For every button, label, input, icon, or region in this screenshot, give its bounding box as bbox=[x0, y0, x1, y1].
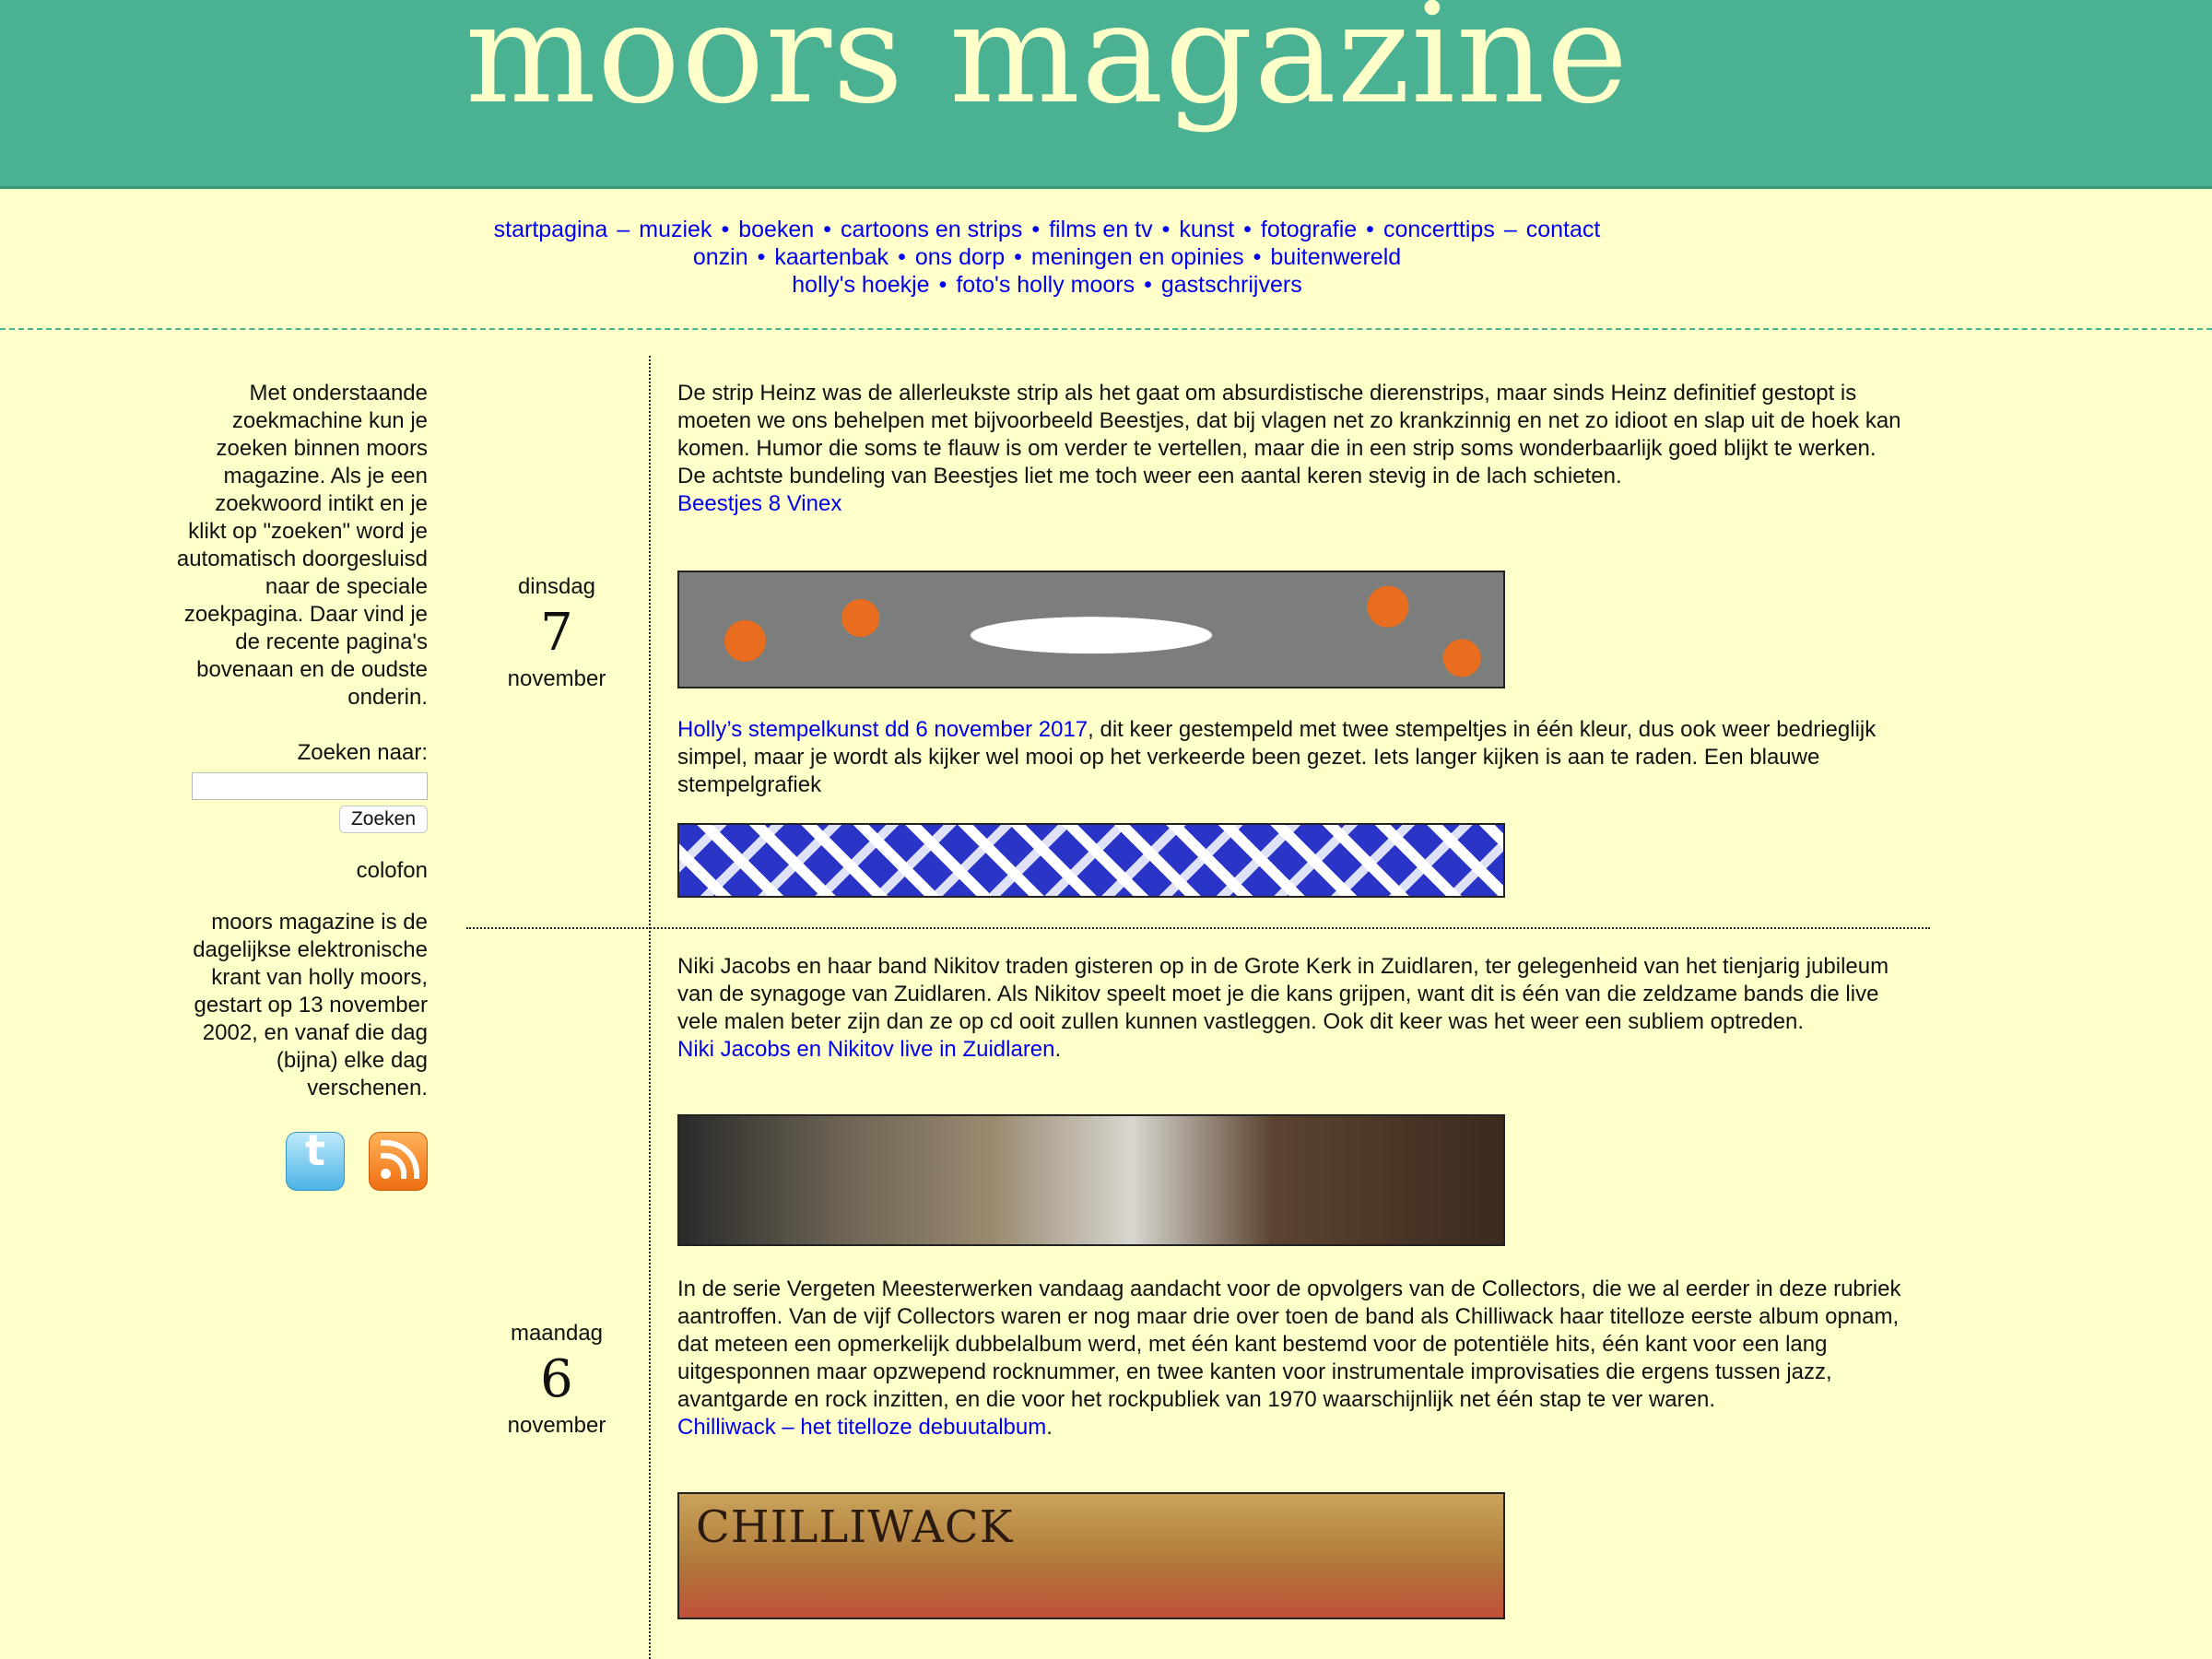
nav-link-ons-dorp[interactable]: ons dorp bbox=[915, 244, 1005, 270]
article-text: Holly’s stempelkunst dd 6 november 2017,… bbox=[677, 716, 1903, 799]
site-header: moors magazine bbox=[0, 0, 2212, 189]
nav-separator: • bbox=[1144, 272, 1152, 298]
nav-link-onzin[interactable]: onzin bbox=[693, 244, 748, 270]
nav-divider bbox=[0, 328, 2212, 330]
article-image-chilliwack[interactable]: CHILLIWACK bbox=[677, 1492, 1505, 1619]
nav-link-kunst[interactable]: kunst bbox=[1179, 217, 1234, 242]
article-text: De strip Heinz was de allerleukste strip… bbox=[677, 381, 1901, 488]
article-image-stempelkunst[interactable] bbox=[677, 823, 1505, 898]
nav-link-boeken[interactable]: boeken bbox=[738, 217, 814, 242]
nav-separator: • bbox=[757, 244, 766, 270]
search-label: Zoeken naar: bbox=[297, 740, 428, 765]
search-button[interactable]: Zoeken bbox=[338, 806, 428, 833]
nav-separator: • bbox=[1014, 244, 1022, 270]
search-intro-text: Met onderstaande zoekmachine kun je zoek… bbox=[176, 381, 428, 710]
about-text: moors magazine is de dagelijkse elektron… bbox=[193, 910, 428, 1100]
nav-link-films-en-tv[interactable]: films en tv bbox=[1049, 217, 1153, 242]
article-text: In de serie Vergeten Meesterwerken vanda… bbox=[677, 1277, 1901, 1412]
article-link[interactable]: Niki Jacobs en Nikitov live in Zuidlaren bbox=[677, 1037, 1055, 1062]
article-link[interactable]: Chilliwack – het titelloze debuutalbum bbox=[677, 1415, 1046, 1440]
date-weekday: dinsdag bbox=[517, 574, 596, 599]
article-link[interactable]: Beestjes 8 Vinex bbox=[677, 491, 841, 516]
nav-separator: – bbox=[617, 217, 630, 242]
nav-link-kaartenbak[interactable]: kaartenbak bbox=[774, 244, 888, 270]
date-day: 7 bbox=[540, 603, 573, 663]
twitter-icon[interactable]: t bbox=[286, 1129, 345, 1191]
nav-separator: – bbox=[1503, 217, 1517, 242]
article: In de serie Vergeten Meesterwerken vanda… bbox=[677, 1276, 1903, 1441]
nav-link-buitenwereld[interactable]: buitenwereld bbox=[1270, 244, 1401, 270]
nav-line-2: onzin • kaartenbak • ons dorp • meningen en op… bbox=[0, 243, 2094, 271]
nav-separator: • bbox=[1253, 244, 1262, 270]
nav-link-holly-s-hoekje[interactable]: holly's hoekje bbox=[792, 272, 929, 298]
nav-separator: • bbox=[1366, 217, 1374, 242]
nav-link-contact[interactable]: contact bbox=[1526, 217, 1601, 242]
album-cover-text: CHILLIWACK bbox=[696, 1501, 1014, 1553]
day-separator bbox=[466, 927, 1930, 929]
article: De strip Heinz was de allerleukste strip… bbox=[677, 380, 1903, 518]
nav-link-gastschrijvers[interactable]: gastschrijvers bbox=[1161, 272, 1302, 298]
article-image-beestjes[interactable] bbox=[677, 571, 1505, 688]
nav-link-cartoons-en-strips[interactable]: cartoons en strips bbox=[841, 217, 1022, 242]
nav-link-meningen-en-opinies[interactable]: meningen en opinies bbox=[1031, 244, 1244, 270]
nav-separator: • bbox=[898, 244, 906, 270]
site-title[interactable]: moors magazine bbox=[0, 0, 2094, 135]
date-block: maandag 6 november bbox=[465, 1320, 649, 1440]
date-day: 6 bbox=[540, 1349, 573, 1409]
article-image-nikitov[interactable] bbox=[677, 1114, 1505, 1246]
colofon-link[interactable]: colofon bbox=[175, 857, 428, 885]
article: Holly’s stempelkunst dd 6 november 2017,… bbox=[677, 716, 1903, 799]
nav-separator: • bbox=[721, 217, 730, 242]
nav-link-fotografie[interactable]: fotografie bbox=[1261, 217, 1357, 242]
nav-separator: • bbox=[1161, 217, 1171, 242]
search-input[interactable] bbox=[192, 772, 428, 800]
nav-separator: • bbox=[1031, 217, 1041, 242]
article-text: Niki Jacobs en haar band Nikitov traden … bbox=[677, 954, 1889, 1034]
nav-link-foto-s-holly-moors[interactable]: foto's holly moors bbox=[956, 272, 1135, 298]
link-suffix: . bbox=[1054, 1037, 1062, 1062]
article-link[interactable]: Holly’s stempelkunst dd 6 november 2017 bbox=[677, 717, 1088, 742]
nav-separator: • bbox=[938, 272, 947, 298]
date-block: dinsdag 7 november bbox=[465, 573, 649, 693]
date-column-divider bbox=[649, 356, 651, 1659]
nav-separator: • bbox=[1243, 217, 1252, 242]
rss-icon[interactable] bbox=[369, 1132, 428, 1191]
social-icons: t bbox=[175, 1129, 428, 1191]
sidebar: Met onderstaande zoekmachine kun je zoek… bbox=[175, 380, 428, 1191]
nav-separator: • bbox=[823, 217, 831, 242]
date-weekday: maandag bbox=[510, 1321, 604, 1346]
nav-link-muziek[interactable]: muziek bbox=[639, 217, 712, 242]
link-suffix: . bbox=[1046, 1415, 1053, 1440]
nav-line-3: holly's hoekje • foto's holly moors • gastsc… bbox=[0, 271, 2094, 299]
date-month: november bbox=[507, 1413, 606, 1438]
date-month: november bbox=[507, 666, 606, 691]
article: Niki Jacobs en haar band Nikitov traden … bbox=[677, 953, 1903, 1064]
nav-line-1: startpagina – muziek • boeken • cartoons en st… bbox=[0, 216, 2094, 243]
nav-link-concerttips[interactable]: concerttips bbox=[1383, 217, 1495, 242]
nav-link-startpagina[interactable]: startpagina bbox=[494, 217, 608, 242]
main-nav: startpagina – muziek • boeken • cartoons en st… bbox=[0, 216, 2094, 299]
